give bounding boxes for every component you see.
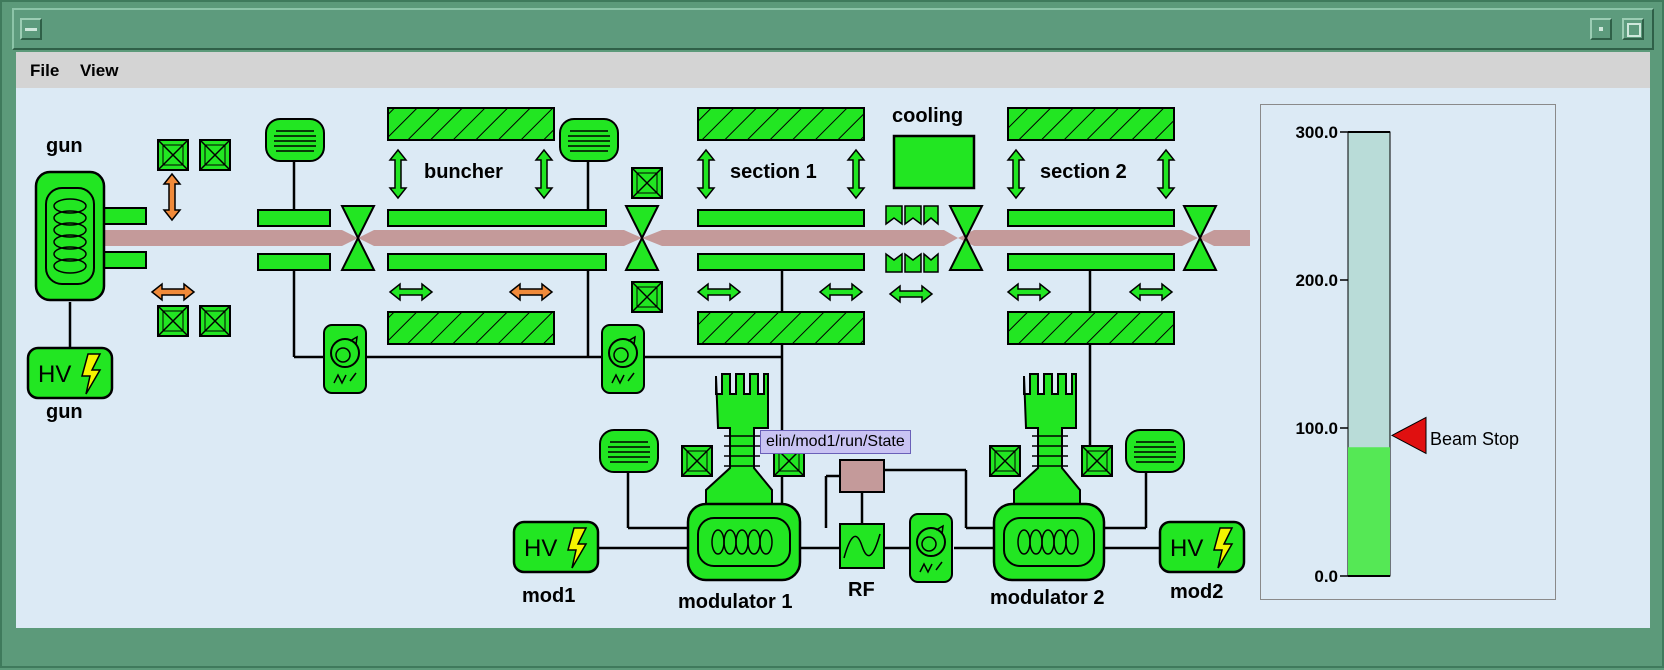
- modulator2-label: modulator 2: [990, 587, 1104, 609]
- window-bottom-border: [16, 628, 1650, 658]
- section1-solenoid-top[interactable]: [697, 107, 865, 141]
- gun-hv-supply[interactable]: HV: [26, 346, 114, 400]
- arrow-icon[interactable]: [389, 149, 407, 199]
- gun-hv-label: gun: [46, 401, 83, 423]
- hv-label: HV: [524, 535, 557, 562]
- vacuum-pump-icon[interactable]: [1125, 429, 1185, 473]
- arrow-icon[interactable]: [162, 172, 182, 222]
- beam-stop-label: Beam Stop: [1430, 429, 1520, 449]
- rf-attenuator[interactable]: [839, 459, 885, 493]
- vacuum-pump-icon[interactable]: [265, 118, 325, 162]
- arrow-icon[interactable]: [1007, 149, 1025, 199]
- arrow-icon[interactable]: [1129, 283, 1173, 301]
- circulator-icon[interactable]: [909, 513, 953, 583]
- section2-solenoid-top[interactable]: [1007, 107, 1175, 141]
- circulator-icon[interactable]: [601, 324, 645, 394]
- arrow-icon[interactable]: [1007, 283, 1051, 301]
- mod1-hv-supply[interactable]: HV: [512, 520, 600, 574]
- arrow-icon[interactable]: [697, 283, 741, 301]
- rf-source[interactable]: [839, 523, 885, 569]
- section2-solenoid-bottom[interactable]: [1007, 311, 1175, 345]
- arrow-icon[interactable]: [1157, 149, 1175, 199]
- cooling-label: cooling: [892, 105, 963, 127]
- arrow-icon[interactable]: [535, 149, 553, 199]
- mod1-label: mod1: [522, 585, 575, 607]
- rf-label: RF: [848, 579, 875, 601]
- hv-label: HV: [38, 361, 71, 388]
- arrow-icon[interactable]: [847, 149, 865, 199]
- section2-accelerating-structure[interactable]: [1007, 209, 1175, 227]
- buncher-label: buncher: [424, 161, 503, 183]
- buncher-input-flange[interactable]: [257, 209, 331, 227]
- device-tooltip: elin/mod1/run/State: [760, 430, 911, 454]
- arrow-icon[interactable]: [697, 149, 715, 199]
- gun-label: gun: [46, 135, 83, 157]
- arrow-icon[interactable]: [819, 283, 863, 301]
- buncher-cavity[interactable]: [387, 209, 607, 227]
- quadrupole-icon[interactable]: [989, 445, 1021, 477]
- application-window: File View gun HV gun buncher section 1 c…: [0, 0, 1664, 668]
- modulator1-label: modulator 1: [678, 591, 792, 613]
- section1-label: section 1: [730, 161, 817, 183]
- buncher-input-flange[interactable]: [257, 253, 331, 271]
- arrow-icon[interactable]: [509, 283, 553, 301]
- quadrupole-icon[interactable]: [1081, 445, 1113, 477]
- mod2-label: mod2: [1170, 581, 1223, 603]
- beam-gauge-panel: [1260, 104, 1556, 600]
- vacuum-pump-icon[interactable]: [599, 429, 659, 473]
- buncher-solenoid-bottom[interactable]: [387, 311, 555, 345]
- beam-pipe: [98, 230, 1250, 246]
- section1-accelerating-structure[interactable]: [697, 253, 865, 271]
- section1-solenoid-bottom[interactable]: [697, 311, 865, 345]
- section2-accelerating-structure[interactable]: [1007, 253, 1175, 271]
- arrow-icon[interactable]: [151, 283, 195, 301]
- quadrupole-icon[interactable]: [681, 445, 713, 477]
- quadrupole-icon[interactable]: [631, 167, 663, 199]
- arrow-icon[interactable]: [889, 285, 933, 303]
- hv-label: HV: [1170, 535, 1203, 562]
- quadrupole-icon[interactable]: [631, 281, 663, 313]
- cooling-unit[interactable]: [892, 134, 976, 190]
- section2-label: section 2: [1040, 161, 1127, 183]
- section1-accelerating-structure[interactable]: [697, 209, 865, 227]
- mod2-hv-supply[interactable]: HV: [1158, 520, 1246, 574]
- arrow-icon[interactable]: [389, 283, 433, 301]
- buncher-solenoid-top[interactable]: [387, 107, 555, 141]
- circulator-icon[interactable]: [323, 324, 367, 394]
- buncher-cavity[interactable]: [387, 253, 607, 271]
- vacuum-pump-icon[interactable]: [559, 118, 619, 162]
